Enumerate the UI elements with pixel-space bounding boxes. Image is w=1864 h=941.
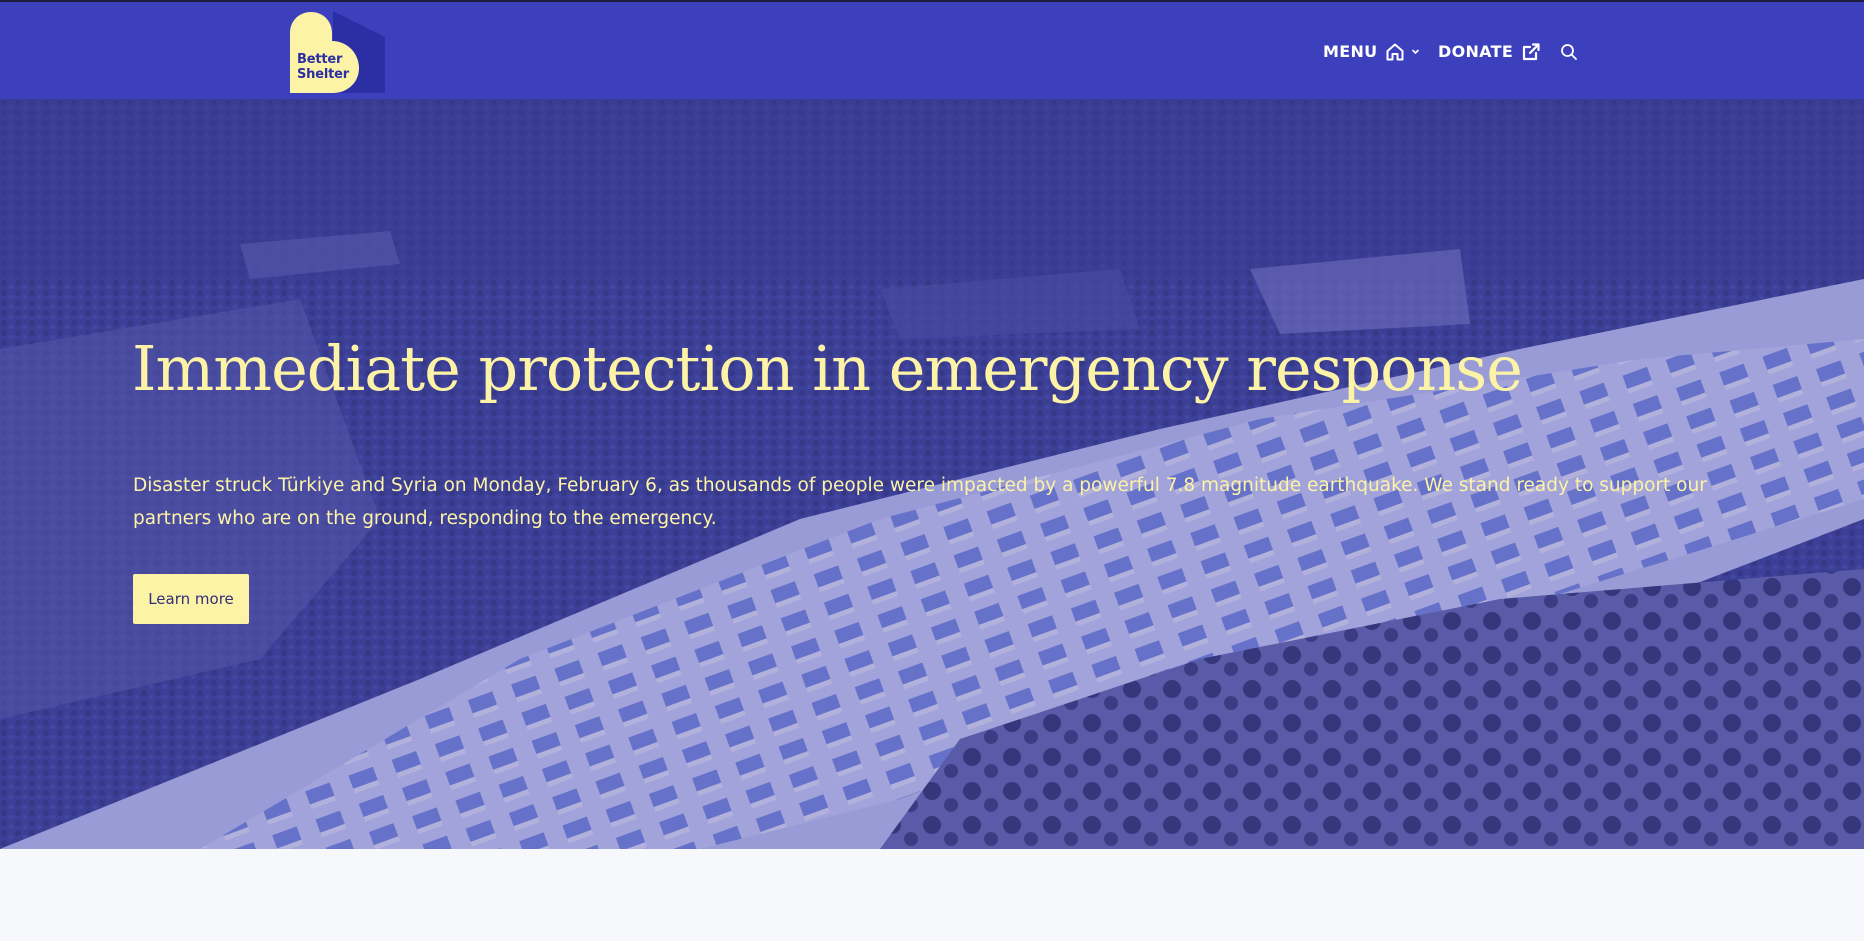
nav-menu-label: MENU bbox=[1323, 42, 1378, 61]
hero-description: Disaster struck Türkiye and Syria on Mon… bbox=[133, 475, 1707, 529]
search-icon bbox=[1560, 43, 1578, 61]
site-header: Better Shelter MENU DONATE bbox=[0, 0, 1864, 99]
better-shelter-logo[interactable]: Better Shelter bbox=[289, 11, 385, 93]
nav-menu-button[interactable]: MENU bbox=[1323, 2, 1420, 101]
hero-title: Immediate protection in emergency respon… bbox=[132, 332, 1523, 405]
learn-more-button[interactable]: Learn more bbox=[133, 574, 249, 624]
chevron-down-icon bbox=[1411, 47, 1420, 56]
home-icon bbox=[1385, 42, 1405, 62]
nav-donate-button[interactable]: DONATE bbox=[1438, 2, 1541, 101]
hero-banner: Immediate protection in emergency respon… bbox=[0, 99, 1864, 849]
logo-text: Better Shelter bbox=[297, 52, 349, 82]
nav-donate-label: DONATE bbox=[1438, 42, 1514, 61]
search-button[interactable] bbox=[1560, 2, 1578, 101]
external-link-icon bbox=[1521, 42, 1541, 62]
